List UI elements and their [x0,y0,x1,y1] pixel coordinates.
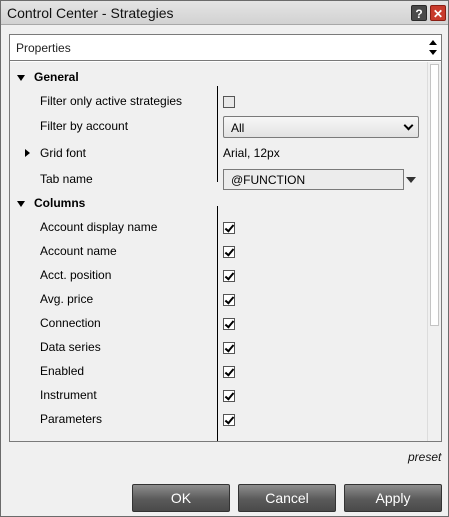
tab-name-input[interactable]: @FUNCTION [223,169,404,190]
collapse-arrow-icon[interactable] [17,75,25,81]
column-row: Enabled [10,360,427,384]
column-name: Parameters [40,412,103,426]
property-row-tab-name: Tab name @FUNCTION [10,168,427,192]
column-checkbox[interactable] [223,414,235,426]
property-name: Grid font [40,146,87,160]
column-name: Data series [40,340,101,354]
category-general[interactable]: General [10,66,427,90]
column-checkbox[interactable] [223,366,235,378]
help-button[interactable]: ? [411,5,427,21]
grid-font-value[interactable]: Arial, 12px [223,146,280,160]
category-label: General [34,70,79,84]
properties-label: Properties [16,41,71,55]
dialog-window: Control Center - Strategies ? ✕ Properti… [0,0,449,517]
column-row: Parameters [10,408,427,432]
apply-button[interactable]: Apply [344,484,442,512]
column-row: Account name [10,240,427,264]
title-bar[interactable]: Control Center - Strategies ? ✕ [1,1,448,25]
column-row: Connection [10,312,427,336]
cancel-button[interactable]: Cancel [238,484,336,512]
column-row: Avg. price [10,288,427,312]
ok-button[interactable]: OK [132,484,230,512]
column-checkbox[interactable] [223,294,235,306]
properties-header: Properties [10,35,441,61]
scroll-down-icon[interactable] [429,50,437,55]
scroll-up-icon[interactable] [429,40,437,45]
close-button[interactable]: ✕ [430,5,446,21]
category-label: Columns [34,196,86,210]
column-checkbox[interactable] [223,270,235,282]
property-row-grid-font: Grid font Arial, 12px [10,142,427,166]
account-select-value: All [231,121,245,135]
column-name: Enabled [40,364,85,378]
dropdown-arrow-icon[interactable] [406,177,416,183]
property-grid: General Filter only active strategies Fi… [10,62,427,441]
vertical-scrollbar[interactable] [427,62,441,441]
property-row-filter-active: Filter only active strategies [10,90,427,114]
column-row: Instrument [10,384,427,408]
property-name: Filter only active strategies [40,94,183,108]
property-name: Filter by account [40,119,129,133]
window-title: Control Center - Strategies [7,5,174,21]
column-name: Avg. price [40,292,94,306]
scrollbar-thumb[interactable] [430,64,439,326]
tab-name-value: @FUNCTION [231,173,306,187]
column-checkbox[interactable] [223,318,235,330]
column-row: Account display name [10,216,427,240]
column-name: Instrument [40,388,97,402]
properties-panel: Properties General Filter only active st… [9,34,442,442]
preset-link[interactable]: preset [408,450,441,464]
property-name: Tab name [40,172,93,186]
filter-active-checkbox[interactable] [223,96,235,108]
column-name: Connection [40,316,101,330]
chevron-down-icon [403,120,414,131]
column-checkbox[interactable] [223,222,235,234]
property-row-filter-account: Filter by account All [10,115,427,139]
column-name: Acct. position [40,268,112,282]
column-checkbox[interactable] [223,342,235,354]
column-checkbox[interactable] [223,390,235,402]
expand-arrow-icon[interactable] [25,149,30,157]
column-checkbox[interactable] [223,246,235,258]
column-row: Data series [10,336,427,360]
column-name: Account display name [40,220,158,234]
collapse-arrow-icon[interactable] [17,201,25,207]
column-row: Acct. position [10,264,427,288]
column-name: Account name [40,244,117,258]
category-columns[interactable]: Columns [10,192,427,216]
account-select[interactable]: All [223,116,419,138]
